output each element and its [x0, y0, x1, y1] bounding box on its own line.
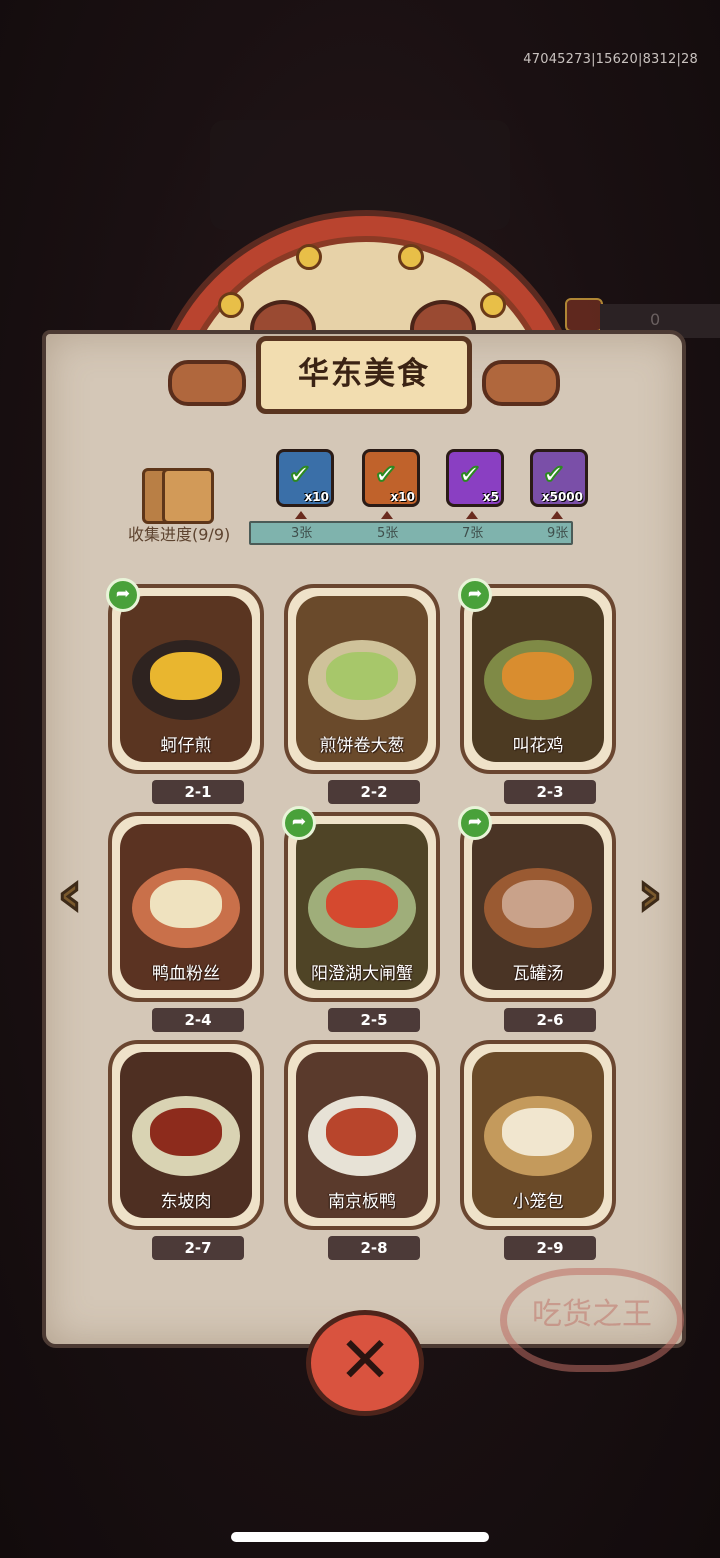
food-card[interactable]: 叫花鸡 — [460, 584, 616, 774]
dish-food — [326, 1108, 398, 1156]
food-card-title: 阳澄湖大闸蟹 — [311, 964, 413, 984]
food-card[interactable]: 阳澄湖大闸蟹 — [284, 812, 440, 1002]
dish-food — [150, 880, 222, 928]
food-card-number: 2-3 — [504, 780, 596, 804]
share-icon[interactable]: ➦ — [458, 578, 492, 612]
dish-food — [150, 652, 222, 700]
dish-food — [502, 880, 574, 928]
food-card-number: 2-2 — [328, 780, 420, 804]
food-card-number: 2-6 — [504, 1008, 596, 1032]
progress-marker — [551, 511, 563, 519]
treasure-chest-icon[interactable]: ✔ x10 — [276, 449, 334, 507]
scroll-roll-right — [482, 360, 560, 406]
progress-tick-label: 5张 — [377, 526, 399, 541]
food-card-number: 2-5 — [328, 1008, 420, 1032]
title-banner: 华东美食 — [256, 336, 472, 414]
stamp-seal: 吃货之王 — [500, 1268, 684, 1372]
scroll-roll-left — [168, 360, 246, 406]
food-card-title: 东坡肉 — [160, 1192, 212, 1212]
food-card-title: 煎饼卷大葱 — [319, 736, 405, 756]
golden-key-icon[interactable]: ✔ x10 — [362, 449, 420, 507]
chevron-left-icon[interactable]: ‹ — [50, 858, 90, 931]
close-button[interactable]: ✕ — [306, 1310, 424, 1416]
build-id-label: 47045273|15620|8312|28 — [523, 52, 698, 67]
food-image: 叫花鸡 — [472, 596, 604, 762]
food-image: 小笼包 — [472, 1052, 604, 1218]
reward-count: x5 — [482, 490, 499, 504]
food-image: 煎饼卷大葱 — [296, 596, 428, 762]
food-card-title: 鸭血粉丝 — [152, 964, 220, 984]
share-icon[interactable]: ➦ — [106, 578, 140, 612]
food-card[interactable]: 东坡肉 — [108, 1040, 264, 1230]
page-title: 华东美食 — [298, 356, 430, 392]
dish-food — [502, 652, 574, 700]
stud-icon — [398, 244, 424, 270]
food-card-number: 2-9 — [504, 1236, 596, 1260]
home-indicator[interactable] — [231, 1532, 489, 1542]
food-image: 蚵仔煎 — [120, 596, 252, 762]
share-icon[interactable]: ➦ — [458, 806, 492, 840]
checkmark-icon: ✔ — [458, 459, 482, 491]
checkmark-icon: ✔ — [374, 459, 398, 491]
food-card[interactable]: 鸭血粉丝 — [108, 812, 264, 1002]
food-card-number: 2-4 — [152, 1008, 244, 1032]
food-card-title: 南京板鸭 — [328, 1192, 396, 1212]
background-currency-value: 0 — [650, 310, 661, 329]
dish-food — [326, 652, 398, 700]
stud-icon — [480, 292, 506, 318]
progress-marker — [295, 511, 307, 519]
food-image: 东坡肉 — [120, 1052, 252, 1218]
progress-marker — [466, 511, 478, 519]
progress-tick-label: 3张 — [291, 526, 313, 541]
reward-count: x10 — [304, 490, 329, 504]
food-card-title: 小笼包 — [512, 1192, 564, 1212]
reward-count: x10 — [390, 490, 415, 504]
food-card-title: 瓦罐汤 — [512, 964, 564, 984]
food-card-title: 蚵仔煎 — [160, 736, 212, 756]
food-card[interactable]: 煎饼卷大葱 — [284, 584, 440, 774]
checkmark-icon: ✔ — [542, 459, 566, 491]
food-card[interactable]: 南京板鸭 — [284, 1040, 440, 1230]
food-card-number: 2-1 — [152, 780, 244, 804]
food-card[interactable]: 蚵仔煎 — [108, 584, 264, 774]
food-image: 瓦罐汤 — [472, 824, 604, 990]
collection-progress-label: 收集进度(9/9) — [128, 525, 231, 544]
share-icon[interactable]: ➦ — [282, 806, 316, 840]
stud-icon — [218, 292, 244, 318]
progress-tick-label: 9张 — [547, 526, 569, 541]
food-card[interactable]: 瓦罐汤 — [460, 812, 616, 1002]
purple-gem-icon[interactable]: ✔ x5 — [446, 449, 504, 507]
food-image: 阳澄湖大闸蟹 — [296, 824, 428, 990]
silver-ticket-icon[interactable]: ✔ x5000 — [530, 449, 588, 507]
progress-marker — [381, 511, 393, 519]
checkmark-icon: ✔ — [288, 459, 312, 491]
food-card-title: 叫花鸡 — [512, 736, 564, 756]
close-x-icon: ✕ — [338, 1324, 392, 1398]
food-image: 南京板鸭 — [296, 1052, 428, 1218]
dish-food — [326, 880, 398, 928]
food-card-number: 2-7 — [152, 1236, 244, 1260]
reward-count: x5000 — [541, 490, 583, 504]
food-image: 鸭血粉丝 — [120, 824, 252, 990]
food-card-number: 2-8 — [328, 1236, 420, 1260]
progress-tick-label: 7张 — [462, 526, 484, 541]
chest-icon — [565, 298, 603, 332]
chevron-right-icon[interactable]: › — [630, 858, 670, 931]
dish-food — [502, 1108, 574, 1156]
stud-icon — [296, 244, 322, 270]
card-collection-icon — [142, 468, 214, 524]
food-card[interactable]: 小笼包 — [460, 1040, 616, 1230]
dish-food — [150, 1108, 222, 1156]
